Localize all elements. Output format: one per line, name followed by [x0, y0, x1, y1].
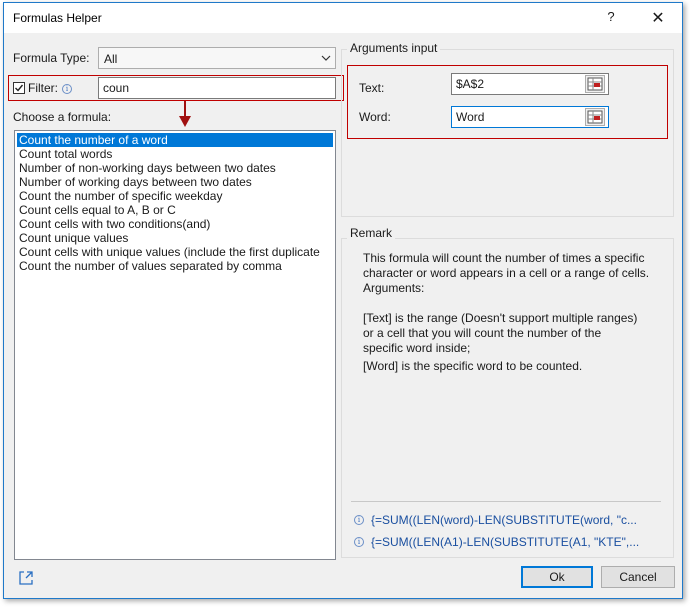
- range-select-icon: [587, 110, 603, 124]
- remark-title: Remark: [347, 226, 396, 240]
- remark-divider: [351, 501, 661, 502]
- word-arg-label: Word:: [359, 110, 391, 124]
- list-item[interactable]: Count the number of values separated by …: [17, 259, 333, 273]
- filter-checkbox[interactable]: [13, 82, 25, 94]
- arguments-title: Arguments input: [347, 41, 441, 55]
- remark-line: This formula will count the number of ti…: [363, 251, 645, 265]
- arrow-down-icon: [179, 101, 191, 127]
- list-item[interactable]: Count cells with two conditions(and): [17, 217, 333, 231]
- text-range-select-button[interactable]: [585, 75, 605, 93]
- ok-button[interactable]: Ok: [521, 566, 593, 588]
- formula-type-label: Formula Type:: [13, 51, 90, 65]
- filter-label: Filter:: [28, 81, 58, 95]
- list-item[interactable]: Count the number of specific weekday: [17, 189, 333, 203]
- text-arg-value: $A$2: [456, 77, 485, 91]
- share-icon[interactable]: [17, 569, 35, 587]
- list-item[interactable]: Count cells with unique values (include …: [17, 245, 333, 259]
- help-button[interactable]: ?: [601, 9, 621, 24]
- close-button[interactable]: ✕: [646, 8, 670, 28]
- info-icon: i: [354, 537, 364, 547]
- formulas-helper-dialog: Formulas Helper ? ✕ Formula Type: All Fi…: [3, 2, 683, 599]
- cancel-button[interactable]: Cancel: [601, 566, 675, 588]
- range-select-icon: [587, 77, 603, 91]
- list-item[interactable]: Count unique values: [17, 231, 333, 245]
- checkmark-icon: [15, 84, 24, 92]
- formula-type-value: All: [104, 52, 118, 66]
- filter-input-value: coun: [103, 81, 130, 95]
- remark-line: specific word inside;: [363, 341, 471, 355]
- list-item[interactable]: Count cells equal to A, B or C: [17, 203, 333, 217]
- info-icon[interactable]: i: [62, 84, 72, 94]
- title-bar: Formulas Helper ? ✕: [4, 3, 682, 33]
- formula-list[interactable]: Count the number of a word Count total w…: [14, 130, 336, 560]
- info-icon: i: [354, 515, 364, 525]
- chevron-down-icon: [321, 55, 331, 61]
- list-item[interactable]: Number of working days between two dates: [17, 175, 333, 189]
- formula-type-dropdown[interactable]: All: [98, 47, 336, 69]
- remark-line: or a cell that you will count the number…: [363, 326, 602, 340]
- remark-line: [Text] is the range (Doesn't support mul…: [363, 311, 638, 325]
- window-title: Formulas Helper: [13, 11, 102, 25]
- filter-input[interactable]: coun: [98, 77, 336, 99]
- list-item[interactable]: Count the number of a word: [17, 133, 333, 147]
- text-arg-label: Text:: [359, 81, 385, 95]
- formula-example[interactable]: {=SUM((LEN(word)-LEN(SUBSTITUTE(word, "c…: [371, 513, 637, 527]
- remark-line: character or word appears in a cell or a…: [363, 266, 650, 280]
- list-item[interactable]: Number of non-working days between two d…: [17, 161, 333, 175]
- word-range-select-button[interactable]: [585, 108, 605, 126]
- remark-line: Arguments:: [363, 281, 425, 295]
- list-item[interactable]: Count total words: [17, 147, 333, 161]
- choose-formula-label: Choose a formula:: [13, 110, 112, 124]
- remark-description: This formula will count the number of ti…: [363, 251, 668, 374]
- formula-example[interactable]: {=SUM((LEN(A1)-LEN(SUBSTITUTE(A1, "KTE",…: [371, 535, 639, 549]
- word-arg-value: Word: [456, 110, 485, 124]
- remark-line: [Word] is the specific word to be counte…: [363, 359, 583, 373]
